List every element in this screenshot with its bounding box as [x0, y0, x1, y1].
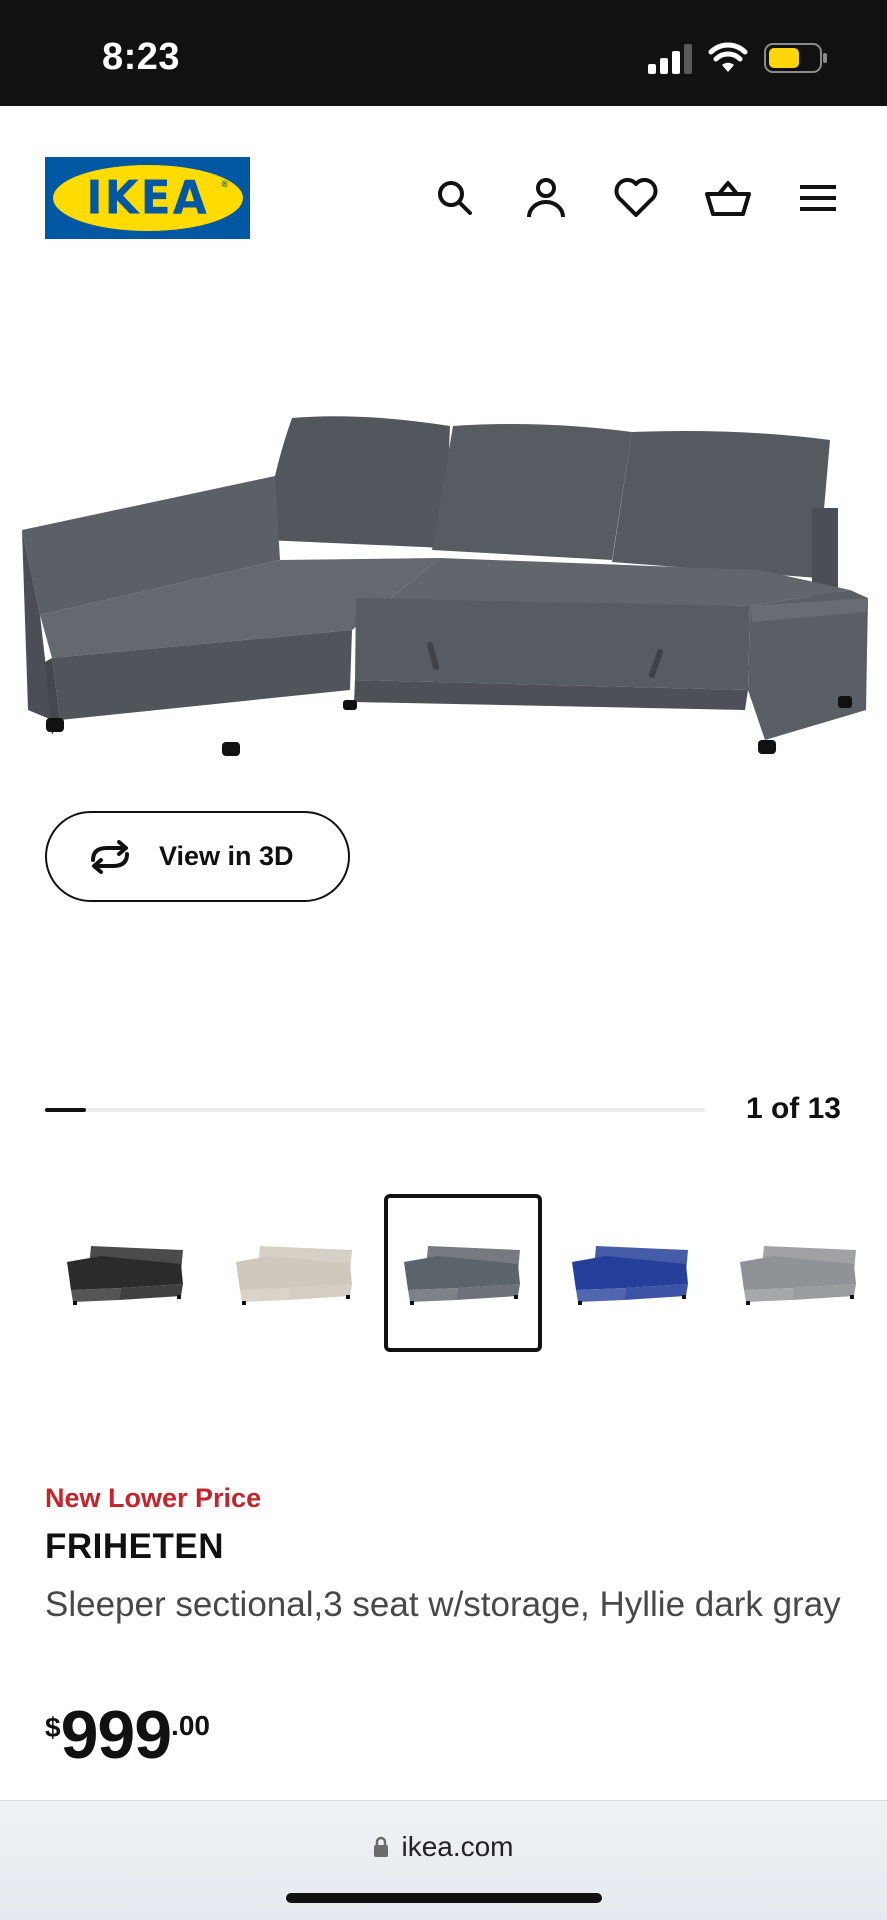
rotate-3d-icon — [91, 839, 129, 874]
status-time: 8:23 — [102, 36, 181, 78]
menu-button[interactable] — [792, 172, 844, 224]
price-badge: New Lower Price — [45, 1483, 262, 1513]
gallery-progress-fill — [45, 1108, 87, 1112]
thumbnail-light-gray[interactable] — [720, 1194, 878, 1352]
price-decimals: .00 — [171, 1710, 210, 1741]
thumbnail-black[interactable] — [47, 1194, 205, 1352]
url-text: ikea.com — [401, 1831, 514, 1862]
price-integer: 999 — [60, 1697, 172, 1773]
signal-icon — [648, 44, 692, 74]
thumbnail-blue[interactable] — [552, 1194, 710, 1352]
site-header: IKEA ® — [0, 106, 887, 256]
url-display[interactable]: ikea.com — [0, 1831, 887, 1863]
gallery-counter: 1 of 13 — [745, 1092, 841, 1125]
search-icon — [438, 181, 472, 215]
account-button[interactable] — [520, 172, 572, 224]
thumbnail-sofa-image — [67, 1246, 183, 1305]
browser-address-bar[interactable]: ikea.com — [0, 1800, 887, 1920]
view-in-3d-label: View in 3D — [159, 841, 294, 871]
logo-oval: IKEA — [52, 165, 243, 231]
account-icon — [527, 178, 565, 218]
ikea-logo[interactable]: IKEA ® — [45, 157, 250, 239]
lock-icon — [374, 1836, 389, 1857]
logo-text: IKEA — [86, 171, 209, 225]
thumbnail-sofa-image — [236, 1246, 352, 1305]
thumbnail-beige[interactable] — [216, 1194, 374, 1352]
thumbnail-sofa-image — [740, 1246, 856, 1305]
basket-button[interactable] — [702, 172, 754, 224]
thumbnail-sofa-image — [572, 1246, 688, 1305]
product-name: FRIHETEN — [45, 1527, 224, 1566]
menu-icon — [800, 185, 836, 211]
gallery-progress-bar — [45, 1108, 705, 1112]
search-button[interactable] — [429, 172, 481, 224]
thumbnail-dark-gray[interactable] — [384, 1194, 542, 1352]
favorites-button[interactable] — [610, 172, 662, 224]
product-main-image[interactable] — [0, 390, 887, 780]
home-indicator[interactable] — [286, 1893, 602, 1903]
product-description: Sleeper sectional,3 seat w/storage, Hyll… — [45, 1585, 841, 1624]
view-in-3d-button[interactable]: View in 3D — [45, 811, 350, 902]
thumbnail-sofa-image — [404, 1246, 520, 1305]
product-price: $ 999 .00 — [45, 1700, 210, 1770]
status-bar: 8:23 — [0, 0, 887, 106]
price-currency: $ — [45, 1712, 61, 1743]
battery-icon — [764, 43, 827, 73]
heart-icon — [614, 178, 658, 217]
wifi-icon — [708, 42, 748, 72]
registered-mark: ® — [221, 179, 228, 189]
basket-icon — [705, 181, 751, 216]
